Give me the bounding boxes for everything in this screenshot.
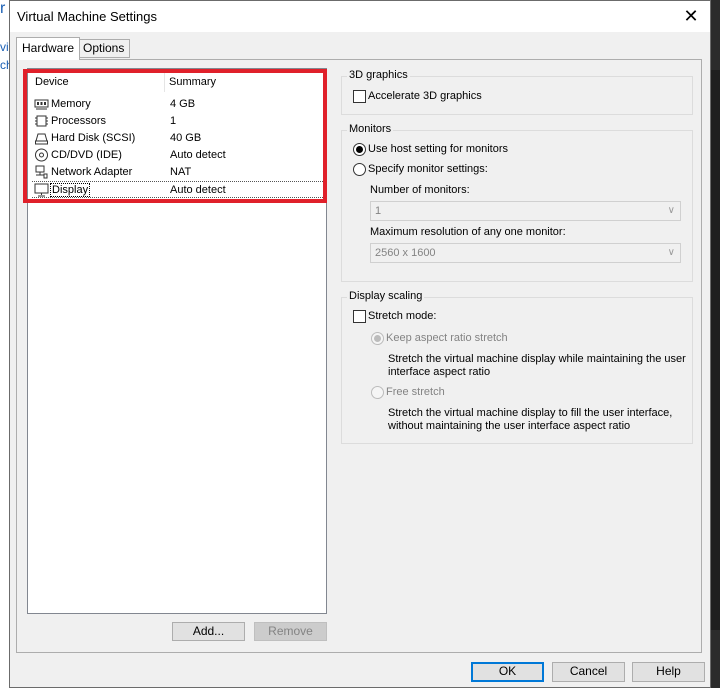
network-adapter-icon (35, 165, 48, 179)
free-stretch-label[interactable]: Free stretch (386, 386, 445, 398)
column-separator (164, 72, 165, 92)
max-resolution-value: 2560 x 1600 (375, 247, 436, 259)
background-bottom-strip (0, 688, 720, 696)
device-summary: 4 GB (170, 98, 196, 110)
number-of-monitors-value: 1 (375, 205, 382, 217)
cancel-button[interactable]: Cancel (552, 662, 625, 682)
free-stretch-desc-line1: Stretch the virtual machine display to f… (388, 407, 673, 419)
device-row-network-adapter[interactable]: Network Adapter NAT (32, 164, 323, 181)
add-button[interactable]: Add... (172, 622, 245, 641)
number-of-monitors-label: Number of monitors: (370, 184, 470, 196)
title-bar: Virtual Machine Settings ✕ (10, 1, 710, 32)
hard-disk-icon (35, 133, 48, 145)
specify-monitor-radio[interactable] (353, 163, 366, 176)
device-summary: 1 (170, 115, 177, 127)
ok-button[interactable]: OK (471, 662, 544, 682)
summary-column-header[interactable]: Summary (169, 76, 216, 88)
device-summary: 40 GB (170, 132, 202, 144)
device-row-display[interactable]: Display Auto detect (32, 181, 323, 198)
device-name: Processors (51, 115, 107, 127)
display-scaling-title: Display scaling (347, 290, 425, 302)
free-stretch-radio[interactable] (371, 386, 384, 399)
device-summary: Auto detect (170, 149, 226, 161)
tab-options[interactable]: Options (77, 39, 131, 58)
keep-aspect-desc-line1: Stretch the virtual machine display whil… (388, 353, 686, 365)
device-list[interactable]: Device Summary Memory 4 GB Processors 1 (27, 68, 327, 614)
keep-aspect-label[interactable]: Keep aspect ratio stretch (386, 332, 508, 344)
use-host-radio[interactable] (353, 143, 366, 156)
device-name: Network Adapter (51, 166, 133, 178)
processor-icon (35, 115, 48, 127)
device-name: Memory (51, 98, 91, 110)
cd-dvd-icon (35, 148, 48, 162)
device-summary: Auto detect (170, 184, 226, 196)
remove-button[interactable]: Remove (254, 622, 327, 641)
device-row-processors[interactable]: Processors 1 (32, 113, 323, 130)
background-window-edge: r vi ch (0, 0, 13, 696)
device-name: CD/DVD (IDE) (51, 149, 122, 161)
3d-graphics-title: 3D graphics (347, 69, 410, 81)
device-row-memory[interactable]: Memory 4 GB (32, 96, 323, 113)
accelerate-3d-checkbox[interactable] (353, 90, 366, 103)
keep-aspect-desc-line2: interface aspect ratio (388, 366, 491, 378)
max-resolution-label: Maximum resolution of any one monitor: (370, 226, 566, 238)
window-title: Virtual Machine Settings (17, 9, 157, 24)
device-column-header[interactable]: Device (35, 76, 69, 88)
specify-monitor-label[interactable]: Specify monitor settings: (368, 163, 488, 175)
chevron-down-icon: ∨ (667, 205, 675, 216)
memory-icon (34, 99, 49, 110)
device-summary: NAT (170, 166, 192, 178)
max-resolution-select[interactable]: 2560 x 1600 ∨ (370, 243, 681, 263)
use-host-label[interactable]: Use host setting for monitors (368, 143, 508, 155)
number-of-monitors-select[interactable]: 1 ∨ (370, 201, 681, 221)
vm-settings-dialog: Virtual Machine Settings ✕ Hardware Opti… (9, 0, 711, 688)
free-stretch-desc-line2: without maintaining the user interface a… (388, 420, 631, 432)
help-button[interactable]: Help (632, 662, 705, 682)
close-icon[interactable]: ✕ (680, 5, 702, 27)
device-name: Display (49, 183, 91, 197)
accelerate-3d-label[interactable]: Accelerate 3D graphics (368, 90, 482, 102)
device-row-hard-disk[interactable]: Hard Disk (SCSI) 40 GB (32, 130, 323, 147)
stretch-mode-label[interactable]: Stretch mode: (368, 310, 436, 322)
tab-hardware[interactable]: Hardware (16, 37, 81, 60)
keep-aspect-radio[interactable] (371, 332, 384, 345)
device-row-cd-dvd[interactable]: CD/DVD (IDE) Auto detect (32, 147, 323, 164)
device-name: Hard Disk (SCSI) (51, 132, 136, 144)
chevron-down-icon: ∨ (667, 247, 675, 258)
display-icon (34, 183, 49, 197)
monitors-title: Monitors (347, 123, 394, 135)
stretch-mode-checkbox[interactable] (353, 310, 366, 323)
